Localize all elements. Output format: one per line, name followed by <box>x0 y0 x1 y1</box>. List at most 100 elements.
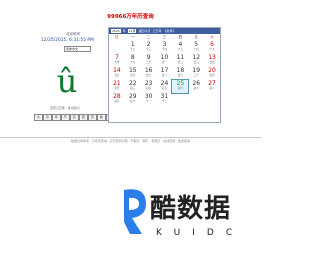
calendar-day-cell[interactable]: 31 十二 <box>157 93 173 106</box>
quick-buttons: 今 月 年 节 农 阳 历 前 后 <box>34 114 115 121</box>
lunar-day: 冬至 <box>114 87 120 90</box>
lunar-day: 廿四 <box>209 61 215 64</box>
day-number: 23 <box>144 80 153 87</box>
lunar-day: 初七 <box>193 87 199 90</box>
lunar-day: 廿七 <box>146 74 152 77</box>
calendar-day-cell[interactable]: 27 初八 <box>204 80 220 93</box>
calendar-header: 2025 年 12月 返回今天 乙巳年 【蛇年】 <box>109 28 220 34</box>
calendar-day-cell[interactable]: 15 廿六 <box>125 67 141 80</box>
calendar-empty-cell <box>188 93 204 106</box>
lunar-day: 廿一 <box>161 61 168 64</box>
calendar-day-cell[interactable]: 12 廿三 <box>188 54 204 67</box>
year-select[interactable]: 2025 <box>111 29 121 33</box>
divider <box>0 137 261 138</box>
calendar-day-cell[interactable]: 11 廿二 <box>172 54 188 67</box>
day-number: 25 <box>176 80 185 87</box>
calendar-day-cell[interactable]: 14 廿五 <box>109 67 125 80</box>
calendar-day-cell[interactable]: 17 廿八 <box>157 67 173 80</box>
lunar-day: 十二 <box>130 48 136 51</box>
day-number: 6 <box>210 41 214 48</box>
day-number: 30 <box>144 93 153 100</box>
calendar-day-cell[interactable]: 8 十九 <box>125 54 141 67</box>
calendar-day-cell[interactable]: 4 十五 <box>172 41 188 54</box>
calendar-day-cell[interactable]: 29 初十 <box>125 93 141 106</box>
calendar-empty-cell <box>204 93 220 106</box>
lunar-day: 初六 <box>177 87 183 90</box>
calendar-day-cell[interactable]: 2 十三 <box>141 41 157 54</box>
calendar-day-cell[interactable]: 22 初三 <box>125 80 141 93</box>
lunar-day: 大雪 <box>114 61 120 64</box>
weekday-label: 五 <box>194 35 198 39</box>
lunar-day: 二十 <box>146 61 152 64</box>
calendar-day-cell[interactable]: 21 冬至 <box>109 80 125 93</box>
day-number: 7 <box>115 54 119 61</box>
quick-button[interactable]: 今 <box>34 114 43 121</box>
weekday-label: 一 <box>131 35 135 39</box>
day-number: 9 <box>146 54 151 61</box>
day-number: 10 <box>160 54 169 61</box>
day-number: 2 <box>146 41 151 48</box>
calendar-day-cell[interactable]: 10 廿一 <box>157 54 173 67</box>
lunar-day: 廿六 <box>130 74 136 77</box>
lunar-day: 初五 <box>161 87 168 90</box>
day-number: 13 <box>208 54 216 61</box>
lunar-day: 十七 <box>209 48 215 51</box>
day-number: 4 <box>178 41 183 48</box>
lunar-day: 初九 <box>114 100 120 103</box>
lunar-day: 十五 <box>177 48 183 51</box>
calendar-day-cell[interactable]: 19 三十 <box>188 67 204 80</box>
day-number: 15 <box>128 67 137 74</box>
logo-subtext: KUIDC <box>156 228 245 238</box>
day-number: 11 <box>176 54 185 61</box>
calendar-day-cell[interactable]: 16 廿七 <box>141 67 157 80</box>
footer-text: 数据仅供参考 · 万年历查询 · 农历阳历对照 · 节假日 · 黄历 · 老黄历… <box>70 139 191 143</box>
day-number: 16 <box>144 67 153 74</box>
lunar-day: 廿二 <box>177 61 183 64</box>
calendar-day-cell[interactable]: 23 初四 <box>141 80 157 93</box>
day-number: 27 <box>208 80 216 87</box>
quick-button[interactable]: 年 <box>52 114 61 121</box>
day-number: 26 <box>192 80 201 87</box>
quick-button[interactable]: 节 <box>61 114 70 121</box>
calendar-day-cell[interactable]: 6 十七 <box>204 41 220 54</box>
lunar-day: 初三 <box>130 87 136 90</box>
calendar-day-cell[interactable]: 26 初七 <box>188 80 204 93</box>
weekday-label: 二 <box>146 35 151 39</box>
lunar-day: 十三 <box>146 48 152 51</box>
weekday-row: 日 一 二 三 四 五 六 <box>109 35 220 40</box>
calendar-empty-cell <box>109 41 125 54</box>
quick-button[interactable]: 历 <box>88 114 97 121</box>
calendar-day-cell[interactable]: 7 大雪 <box>109 54 125 67</box>
lunar-day: 冬月 <box>209 74 215 77</box>
calendar-empty-cell <box>172 93 188 106</box>
calendar-day-cell[interactable]: 28 初九 <box>109 93 125 106</box>
lunar-date-text: 农历乙巳年 · 冬月初六 <box>50 106 80 110</box>
calendar-day-cell[interactable]: 3 十四 <box>157 41 173 54</box>
calendar-day-cell[interactable]: 5 十六 <box>188 41 204 54</box>
lunar-day: 十九 <box>130 61 136 64</box>
current-datetime: 12/25/2025, 6:31:55 PM <box>41 38 94 43</box>
calendar-day-cell[interactable]: 30 十一 <box>141 93 157 106</box>
time-label: 北京时间 <box>66 32 80 36</box>
quick-button[interactable]: 前 <box>97 114 106 121</box>
logo-text: 酷数据 <box>150 194 232 224</box>
quick-button[interactable]: 阳 <box>79 114 88 121</box>
calendar-day-cell[interactable]: 9 二十 <box>141 54 157 67</box>
calendar-day-cell[interactable]: 13 廿四 <box>204 54 220 67</box>
day-number: 14 <box>113 67 121 74</box>
calendar-day-cell[interactable]: 1 十二 <box>125 41 141 54</box>
day-number: 8 <box>130 54 135 61</box>
language-select[interactable]: 简体中文 <box>64 46 91 52</box>
quick-button[interactable]: 农 <box>70 114 79 121</box>
lunar-day: 廿九 <box>177 74 183 77</box>
weekday-label: 四 <box>178 35 183 39</box>
calendar-day-cell[interactable]: 20 冬月 <box>204 67 220 80</box>
day-number: 28 <box>113 93 121 100</box>
today-link[interactable]: 返回今天 <box>138 28 150 34</box>
month-select[interactable]: 12月 <box>127 29 137 33</box>
quick-button[interactable]: 月 <box>43 114 52 121</box>
day-number: 22 <box>128 80 137 87</box>
calendar-day-cell[interactable]: 18 廿九 <box>172 67 188 80</box>
calendar-day-cell[interactable]: 25 初六 <box>171 79 190 94</box>
calendar-day-cell[interactable]: 24 初五 <box>157 80 173 93</box>
